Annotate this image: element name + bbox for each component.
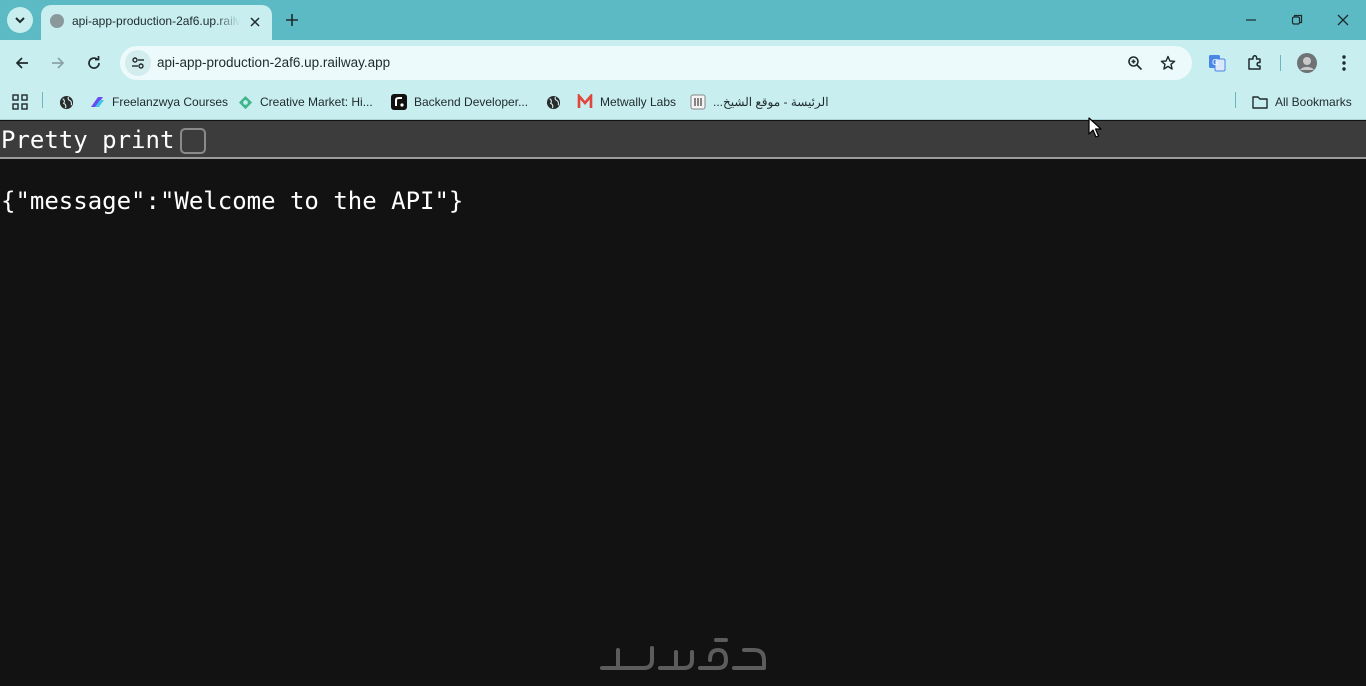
minimize-icon — [1246, 19, 1256, 21]
bookmark-star-button[interactable] — [1158, 53, 1178, 73]
reload-button[interactable] — [82, 51, 106, 75]
creative-market-icon — [237, 94, 253, 110]
minimize-button[interactable] — [1241, 10, 1261, 30]
address-bar[interactable]: api-app-production-2af6.up.railway.app — [120, 46, 1192, 80]
url-text: api-app-production-2af6.up.railway.app — [157, 55, 391, 70]
pretty-print-label: Pretty print — [1, 126, 175, 154]
chevron-down-icon — [15, 17, 25, 24]
close-icon — [1337, 14, 1349, 26]
folder-icon — [1252, 94, 1268, 110]
globe-icon — [50, 14, 64, 28]
puzzle-icon — [1248, 54, 1261, 70]
site-info-button[interactable] — [125, 50, 151, 76]
forward-button[interactable] — [46, 51, 70, 75]
metwally-m-icon — [577, 94, 593, 110]
bookmark-label: الرئيسة - موقع الشيخ... — [713, 95, 829, 109]
khamsat-watermark-logo — [600, 638, 766, 670]
browser-toolbar: api-app-production-2af6.up.railway.app G — [0, 40, 1366, 86]
mouse-cursor-icon — [1088, 117, 1102, 138]
tab-search-button[interactable] — [7, 7, 33, 33]
bookmark-globe-2[interactable] — [545, 92, 568, 112]
close-icon — [250, 17, 260, 27]
globe-icon — [58, 94, 74, 110]
pretty-print-bar: Pretty print — [0, 121, 1366, 159]
apps-grid-icon — [12, 94, 28, 110]
globe-icon — [545, 94, 561, 110]
bookmark-label: Creative Market: Hi... — [260, 95, 373, 109]
tab-strip: api-app-production-2af6.up.railway.app — [0, 0, 1366, 40]
reload-icon — [88, 56, 100, 69]
star-icon — [1160, 55, 1176, 70]
zoom-icon — [1128, 56, 1143, 71]
avatar-icon — [1297, 53, 1317, 73]
more-vertical-icon — [1342, 55, 1346, 71]
back-button[interactable] — [10, 51, 34, 75]
tab-title: api-app-production-2af6.up.railway.app — [72, 14, 240, 28]
close-window-button[interactable] — [1333, 10, 1353, 30]
bookmark-freelanzwya[interactable]: Freelanzwya Courses — [89, 92, 228, 112]
restore-icon — [1291, 14, 1303, 25]
google-translate-icon: G — [1209, 55, 1226, 72]
google-translate-button[interactable]: G — [1205, 51, 1229, 75]
bookmark-label: Freelanzwya Courses — [112, 95, 229, 109]
bookmark-creative-market[interactable]: Creative Market: Hi... — [237, 92, 373, 112]
bookmark-sheikh-site[interactable]: الرئيسة - موقع الشيخ... — [690, 92, 829, 112]
restore-button[interactable] — [1287, 10, 1307, 30]
json-response: {"message":"Welcome to the API"} — [1, 187, 464, 215]
bookmark-label: Backend Developer... — [414, 95, 529, 109]
apps-button[interactable] — [12, 92, 28, 112]
plus-icon — [286, 14, 298, 26]
all-bookmarks-label: All Bookmarks — [1275, 95, 1352, 109]
profile-button[interactable] — [1295, 51, 1319, 75]
browser-menu-button[interactable] — [1332, 51, 1356, 75]
arrow-left-icon — [15, 57, 28, 69]
roadmap-icon — [391, 94, 407, 110]
active-tab[interactable]: api-app-production-2af6.up.railway.app — [41, 5, 272, 40]
bookmarks-bar: Freelanzwya Courses Creative Market: Hi.… — [0, 86, 1366, 120]
arrow-right-icon — [52, 57, 65, 69]
bookmark-backend-developer[interactable]: Backend Developer... — [391, 92, 528, 112]
bookmark-label: Metwally Labs — [600, 95, 677, 109]
svg-text:G: G — [1212, 58, 1218, 67]
bookmark-globe-1[interactable] — [58, 92, 81, 112]
bookmarks-divider — [1235, 92, 1236, 108]
bookmarks-separator — [42, 92, 43, 108]
tab-close-button[interactable] — [246, 13, 264, 31]
pretty-print-checkbox[interactable] — [180, 128, 206, 154]
tune-icon — [132, 57, 144, 69]
site-book-icon — [690, 94, 706, 110]
bookmark-metwally-labs[interactable]: Metwally Labs — [577, 92, 676, 112]
freelanzwya-icon — [89, 94, 105, 110]
zoom-button[interactable] — [1125, 53, 1145, 73]
new-tab-button[interactable] — [282, 10, 302, 30]
toolbar-divider — [1280, 55, 1281, 71]
all-bookmarks-button[interactable]: All Bookmarks — [1252, 92, 1352, 112]
extensions-button[interactable] — [1243, 51, 1267, 75]
